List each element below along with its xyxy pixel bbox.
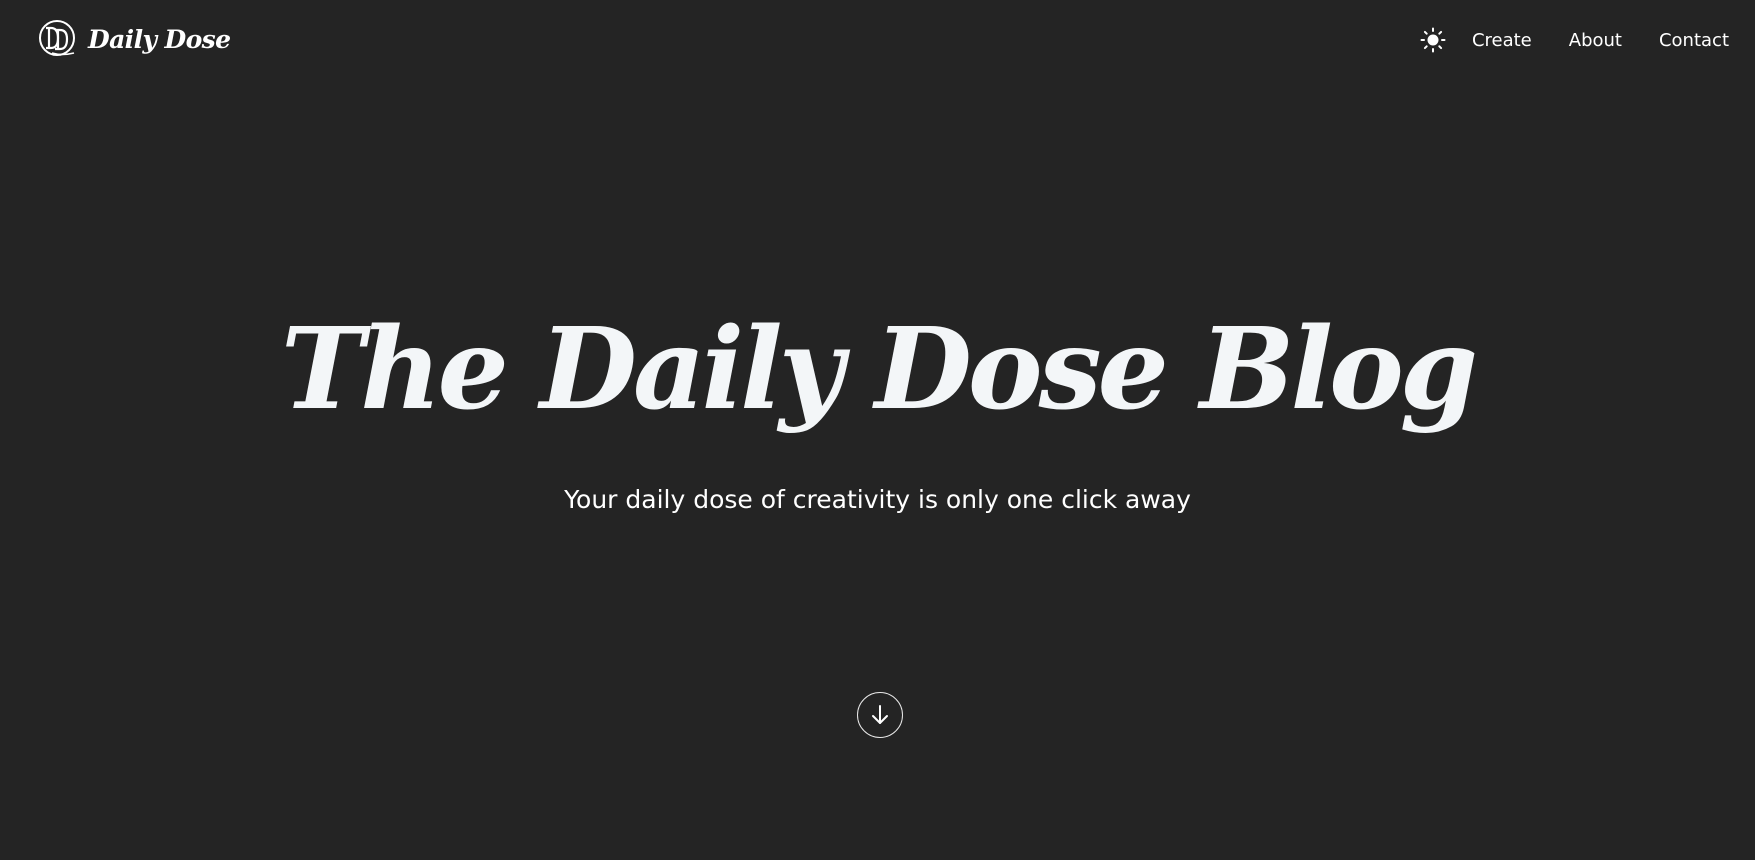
sun-icon [1420, 27, 1446, 53]
dd-logo-icon [39, 20, 75, 56]
site-header: Daily Dose Create About Contact [0, 0, 1755, 80]
nav-link-about[interactable]: About [1569, 30, 1622, 51]
hero-title: The Daily Dose Blog [280, 304, 1478, 435]
brand-home-link[interactable]: Daily Dose [38, 15, 231, 63]
nav-link-create[interactable]: Create [1472, 30, 1532, 51]
scroll-down-button[interactable] [857, 692, 903, 738]
arrow-down-icon [872, 705, 888, 724]
theme-toggle-button[interactable] [1418, 25, 1448, 55]
brand-name: Daily Dose [88, 24, 231, 54]
main-nav: Create About Contact [1418, 20, 1729, 60]
nav-link-contact[interactable]: Contact [1659, 30, 1729, 51]
hero-subtitle: Your daily dose of creativity is only on… [564, 485, 1191, 514]
